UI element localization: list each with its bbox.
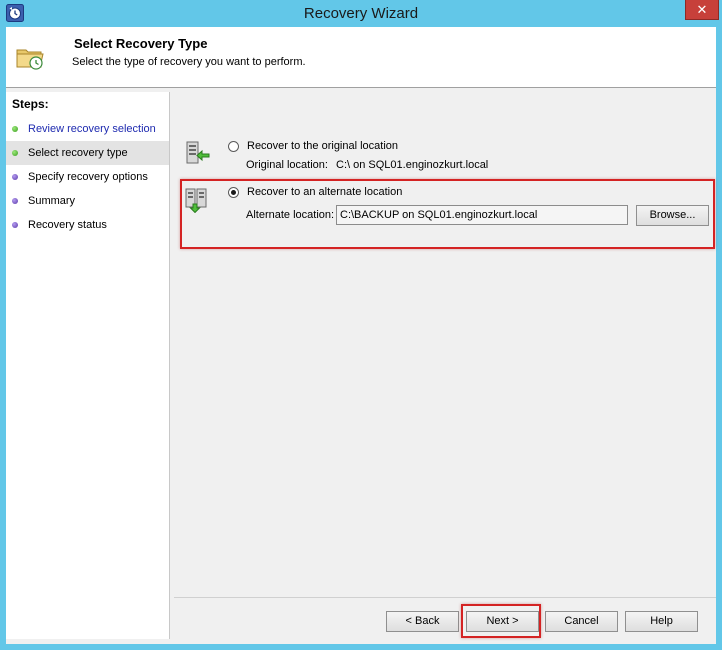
recover-alternate-radio[interactable] (228, 187, 239, 198)
alternate-location-label: Alternate location: (246, 209, 335, 221)
server-arrow-left-icon (186, 141, 210, 164)
page-title: Select Recovery Type (74, 36, 208, 51)
servers-arrow-down-icon (185, 188, 207, 213)
browse-button[interactable]: Browse... (636, 205, 709, 226)
wizard-header: Select Recovery Type Select the type of … (6, 27, 716, 88)
close-icon: ✕ (696, 2, 708, 17)
window-title: Recovery Wizard (303, 5, 419, 22)
step-summary: Summary (6, 189, 169, 213)
original-location-label: Original location: (246, 159, 328, 171)
title-bar: Recovery Wizard ✕ (0, 0, 722, 27)
step-pending-dot-icon (12, 174, 18, 180)
recover-original-radio[interactable] (228, 141, 239, 152)
step-select-recovery-type[interactable]: Select recovery type (6, 141, 169, 165)
step-label: Specify recovery options (28, 171, 148, 183)
step-label: Select recovery type (28, 147, 128, 159)
recovery-type-panel: Recover to the original location Origina… (174, 92, 716, 597)
step-pending-dot-icon (12, 222, 18, 228)
back-button[interactable]: < Back (386, 611, 459, 632)
recover-alternate-label[interactable]: Recover to an alternate location (247, 186, 402, 198)
step-label: Recovery status (28, 219, 107, 231)
recover-original-label[interactable]: Recover to the original location (247, 140, 398, 152)
step-specify-recovery-options: Specify recovery options (6, 165, 169, 189)
wizard-client-area: Select Recovery Type Select the type of … (6, 27, 716, 644)
cancel-button[interactable]: Cancel (545, 611, 618, 632)
alternate-location-field[interactable] (336, 205, 628, 225)
step-label: Review recovery selection (28, 123, 156, 135)
steps-title: Steps: (12, 97, 49, 111)
step-current-dot-icon (12, 150, 18, 156)
step-label: Summary (28, 195, 76, 207)
folder-recovery-icon (16, 49, 44, 70)
next-button[interactable]: Next > (466, 611, 539, 632)
steps-panel: Steps: Review recovery selection Select … (6, 92, 170, 639)
step-recovery-status: Recovery status (6, 213, 169, 237)
page-subtitle: Select the type of recovery you want to … (72, 56, 306, 68)
step-review-recovery-selection[interactable]: Review recovery selection (6, 117, 169, 141)
footer-separator (174, 597, 716, 598)
original-location-value: C:\ on SQL01.enginozkurt.local (336, 159, 489, 171)
close-button[interactable]: ✕ (685, 0, 719, 20)
help-button[interactable]: Help (625, 611, 698, 632)
step-complete-dot-icon (12, 126, 18, 132)
step-pending-dot-icon (12, 198, 18, 204)
